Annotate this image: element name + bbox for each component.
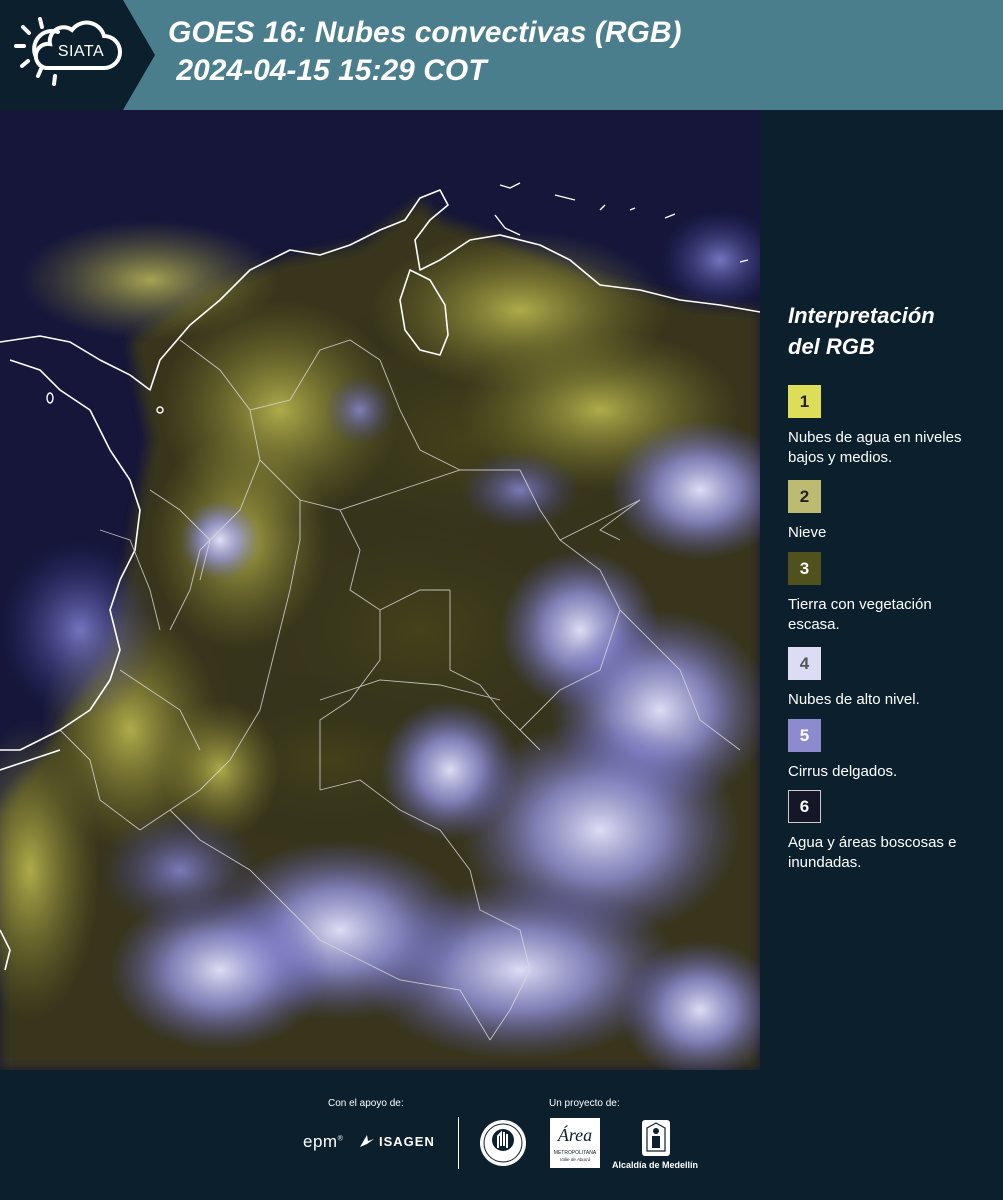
isagen-logo-text: ISAGEN	[379, 1133, 435, 1149]
legend-swatch: 2	[788, 480, 821, 513]
title-date: 2024-04-15 15:29 COT	[168, 54, 487, 87]
legend-swatch: 1	[788, 385, 821, 418]
header: SIATA GOES 16: Nubes convectivas (RGB) 2…	[0, 0, 1003, 110]
footer-divider	[458, 1117, 459, 1169]
satellite-rgb-image	[0, 110, 760, 1070]
legend-swatch: 4	[788, 647, 821, 680]
area-script-text: Área	[557, 1125, 593, 1145]
legend-item-3: 3 Tierra con vegetación escasa.	[788, 552, 973, 635]
legend-item-5: 5 Cirrus delgados.	[788, 719, 897, 782]
page-title: GOES 16: Nubes convectivas (RGB) 2024-04…	[168, 14, 682, 90]
valle-aburra-text: Valle de Aburrá	[559, 1157, 591, 1162]
title-line-1: GOES 16: Nubes convectivas (RGB)	[168, 16, 682, 49]
rgb-legend: Interpretación del RGB 1 Nubes de agua e…	[778, 300, 993, 871]
satellite-map[interactable]	[0, 110, 760, 1070]
legend-swatch: 3	[788, 552, 821, 585]
legend-label: Nubes de agua en niveles bajos y medios.	[788, 429, 962, 466]
legend-item-1: 1 Nubes de agua en niveles bajos y medio…	[788, 385, 973, 468]
siata-logo[interactable]: SIATA	[0, 0, 155, 110]
footer: Con el apoyo de: Un proyecto de: epm® IS…	[0, 1070, 1003, 1200]
support-label: Con el apoyo de:	[328, 1098, 404, 1109]
metropolitana-text: METROPOLITANA	[553, 1150, 597, 1156]
legend-item-6: 6 Agua y áreas boscosas e inundadas.	[788, 790, 973, 873]
project-label: Un proyecto de:	[549, 1098, 620, 1109]
legend-label: Cirrus delgados.	[788, 763, 898, 780]
alcaldia-medellin-text[interactable]: Alcaldía de Medellín	[612, 1160, 698, 1170]
alcaldia-shield-icon	[642, 1120, 670, 1156]
epm-logo[interactable]: epm®	[303, 1132, 343, 1152]
legend-label: Nieve	[788, 524, 827, 541]
university-seal-icon[interactable]	[478, 1118, 528, 1168]
siata-logo-text: SIATA	[57, 43, 105, 60]
isagen-logo[interactable]: ISAGEN	[358, 1133, 435, 1149]
legend-title-line-2: del RGB	[788, 334, 875, 359]
legend-item-4: 4 Nubes de alto nivel.	[788, 647, 920, 710]
legend-label: Tierra con vegetación escasa.	[788, 596, 932, 633]
legend-title-line-1: Interpretación	[788, 303, 935, 328]
area-metropolitana-logo[interactable]: Área METROPOLITANA Valle de Aburrá	[550, 1118, 600, 1168]
legend-title: Interpretación del RGB	[788, 300, 993, 362]
isagen-mark-icon	[360, 1135, 374, 1147]
legend-item-2: 2 Nieve	[788, 480, 826, 543]
legend-label: Agua y áreas boscosas e inundadas.	[788, 834, 957, 871]
legend-swatch: 6	[788, 790, 821, 823]
legend-label: Nubes de alto nivel.	[788, 691, 920, 708]
legend-swatch: 5	[788, 719, 821, 752]
epm-logo-text: epm	[303, 1132, 338, 1151]
